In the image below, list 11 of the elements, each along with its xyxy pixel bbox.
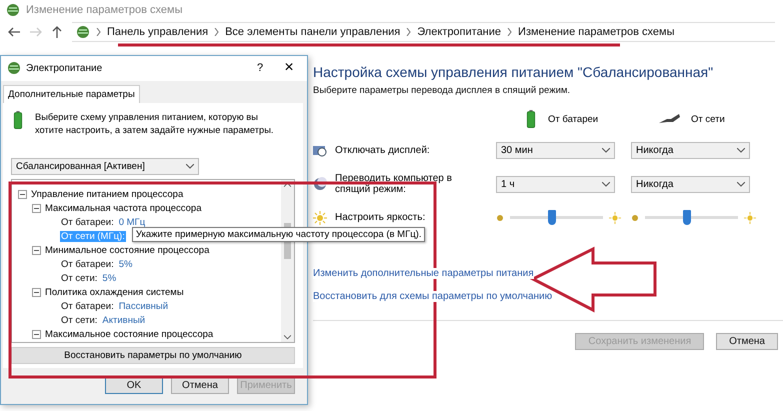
setting-label: Переводить компьютер в спящий режим: (335, 173, 453, 195)
intro-text: Выберите схему управления питанием, которую вы хотите настроить, а затем задайте нужные параметры. (35, 110, 274, 137)
setting-label: Отключать дисплей: (335, 145, 431, 156)
page-heading: Настройка схемы управления питанием "Сбалансированная" (313, 64, 714, 80)
column-header: От батареи (548, 114, 598, 124)
window-title: Изменение параметров схемы (26, 4, 182, 16)
dialog-title: Электропитание (26, 62, 104, 74)
tooltip: Укажите примерную максимальную частоту процессора (в МГц). (132, 227, 426, 242)
column-header: От сети (691, 114, 725, 124)
setting-label: Настроить яркость: (335, 212, 426, 223)
page-subtitle: Выберите параметры перевода дисплея в спящий режим. (313, 85, 572, 96)
